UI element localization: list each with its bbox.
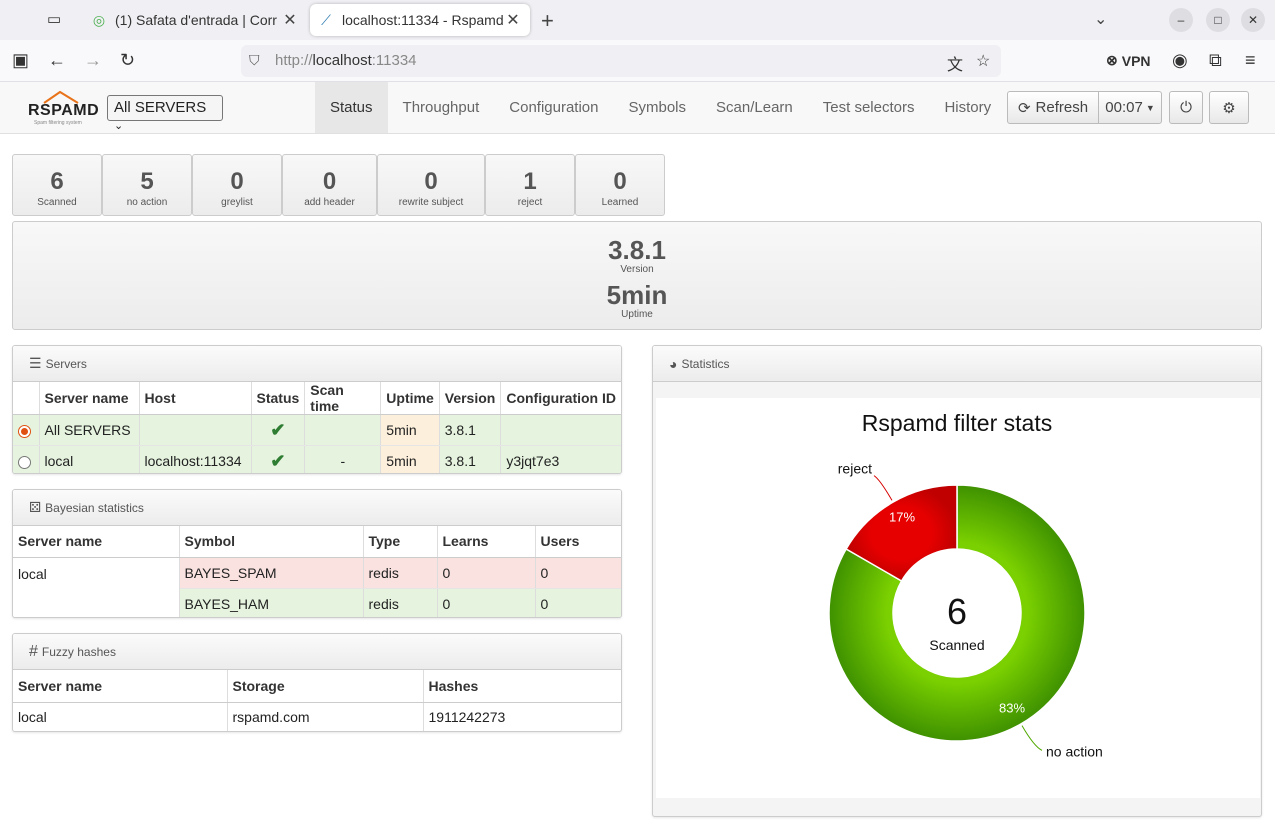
reload-icon[interactable]: ↻: [120, 50, 135, 71]
tab-overview-icon[interactable]: ▭: [47, 10, 67, 30]
browser-tab-rspamd[interactable]: ⟋ localhost:11334 - Rspamd ✕: [310, 4, 530, 36]
sidebar-toggle-icon[interactable]: ▣: [12, 50, 29, 71]
server-select[interactable]: All SERVERS ⌄: [107, 95, 223, 132]
disconnect-button[interactable]: ⏻: [1169, 91, 1203, 124]
back-icon[interactable]: ←: [48, 50, 66, 71]
servers-table: Server name Host Status Scan time Uptime…: [13, 382, 621, 473]
menu-item-test-selectors[interactable]: Test selectors: [808, 82, 930, 133]
new-tab-icon[interactable]: +: [541, 8, 554, 34]
hash-icon: #: [29, 642, 38, 660]
table-row[interactable]: local localhost:11334 ✔ - 5min 3.8.1 y3j…: [13, 445, 621, 473]
server-stack-icon: ☰: [29, 355, 42, 371]
vpn-status-icon: ⊗: [1106, 52, 1118, 68]
version-uptime-box: 3.8.1 Version 5min Uptime: [12, 221, 1262, 330]
stat-scanned: 6 Scanned: [12, 154, 102, 216]
refresh-interval-dropdown[interactable]: 00:07 ▼: [1098, 91, 1162, 124]
version-label: Version: [620, 264, 654, 275]
slice-outer-label: no action: [1046, 743, 1103, 759]
close-window-icon[interactable]: ✕: [1241, 8, 1265, 32]
bayes-table: Server name Symbol Type Learns Users loc…: [13, 526, 621, 617]
app-navbar: RSPAMD Spam filtering system All SERVERS…: [0, 82, 1275, 134]
minimize-icon[interactable]: –: [1169, 8, 1193, 32]
stat-reject: 1 reject: [485, 154, 575, 216]
uptime-value: 5min: [606, 280, 668, 310]
main-menu: Status Throughput Configuration Symbols …: [315, 82, 1006, 133]
close-tab-icon[interactable]: ✕: [504, 10, 522, 30]
server-radio-local[interactable]: [18, 455, 31, 469]
slice-leader-line: [1021, 725, 1043, 751]
mail-favicon-icon: ◎: [92, 11, 106, 28]
caret-down-icon: ▼: [1145, 102, 1155, 113]
filter-stats-chart: Rspamd filter stats 83% no action 17% rejec…: [656, 398, 1260, 798]
table-row: local rspamd.com 1911242273: [13, 702, 621, 731]
bayes-widget: ⚄ Bayesian statistics Server name Symbol …: [12, 489, 622, 618]
tab-title: (1) Safata d'entrada | Corr: [115, 12, 277, 28]
url-bar[interactable]: ⛉ http://localhost:11334 文 ☆: [241, 45, 1001, 77]
table-row[interactable]: All SERVERS ✔ 5min 3.8.1: [13, 414, 621, 446]
slice-percent-label: 17%: [889, 510, 915, 525]
chart-center-label: Scanned: [929, 637, 984, 653]
slice-percent-label: 83%: [999, 700, 1025, 715]
close-tab-icon[interactable]: ✕: [281, 10, 299, 30]
table-row: local BAYES_SPAM redis 0 0: [13, 557, 621, 617]
refresh-button[interactable]: ⟳ Refresh: [1007, 91, 1099, 124]
menu-item-scan-learn[interactable]: Scan/Learn: [701, 82, 808, 133]
settings-button[interactable]: ⚙: [1209, 91, 1249, 124]
browser-tab-bar: ▭ ◎ (1) Safata d'entrada | Corr ✕ ⟋ loca…: [0, 0, 1275, 40]
power-icon: ⏻: [1180, 99, 1192, 116]
check-icon: ✔: [270, 450, 286, 471]
stat-learned: 0 Learned: [575, 154, 665, 216]
menu-item-throughput[interactable]: Throughput: [388, 82, 495, 133]
url-text[interactable]: http://localhost:11334: [275, 52, 417, 69]
shield-icon[interactable]: ⛉: [249, 52, 260, 69]
forward-icon[interactable]: →: [84, 50, 102, 71]
translate-icon[interactable]: 文: [947, 51, 963, 75]
extensions-icon[interactable]: ⧉: [1209, 50, 1222, 71]
chevron-down-icon: ⌄: [114, 120, 124, 132]
uptime-label: Uptime: [621, 309, 653, 320]
check-icon: ✔: [270, 419, 286, 440]
fuzzy-table: Server name Storage Hashes local rspamd.…: [13, 670, 621, 731]
browser-nav-bar: ▣ ← → ↻ ⛉ http://localhost:11334 文 ☆ ⊗ VP…: [0, 40, 1275, 82]
slice-leader-line: [873, 475, 893, 501]
rspamd-logo[interactable]: RSPAMD Spam filtering system: [28, 88, 99, 128]
chart-center-value: 6: [947, 591, 967, 632]
menu-item-history[interactable]: History: [929, 82, 1006, 133]
stat-add-header: 0 add header: [282, 154, 377, 216]
menu-item-status[interactable]: Status: [315, 82, 388, 133]
tab-list-chevron-icon[interactable]: ⌄: [1094, 9, 1107, 29]
stat-greylist: 0 greylist: [192, 154, 282, 216]
menu-icon[interactable]: ≡: [1245, 50, 1256, 71]
server-radio-all[interactable]: [18, 424, 31, 438]
rspamd-favicon-icon: ⟋: [321, 11, 331, 28]
account-icon[interactable]: ◉: [1172, 50, 1188, 71]
servers-header: ☰ Servers: [13, 346, 621, 382]
fuzzy-widget: # Fuzzy hashes Server name Storage Hashes…: [12, 633, 622, 732]
browser-tab-mail[interactable]: ◎ (1) Safata d'entrada | Corr ✕: [83, 4, 307, 36]
maximize-icon[interactable]: □: [1206, 8, 1230, 32]
pie-chart-icon: ◕: [669, 355, 678, 372]
donut-chart: Rspamd filter stats 83% no action 17% rejec…: [828, 410, 1103, 759]
stat-no-action: 5 no action: [102, 154, 192, 216]
stat-rewrite-subject: 0 rewrite subject: [377, 154, 485, 216]
tab-title: localhost:11334 - Rspamd: [342, 12, 504, 28]
chart-title: Rspamd filter stats: [862, 410, 1052, 436]
bayes-header: ⚄ Bayesian statistics: [13, 490, 621, 526]
gear-icon: ⚙: [1222, 99, 1236, 117]
dice-icon: ⚄: [29, 499, 42, 515]
vpn-button[interactable]: ⊗ VPN: [1106, 52, 1151, 69]
statistics-header: ◕ Statistics: [653, 346, 1261, 382]
bookmark-star-icon[interactable]: ☆: [976, 51, 990, 71]
servers-widget: ☰ Servers Server name Host Status Scan ti…: [12, 345, 622, 474]
slice-outer-label: reject: [838, 461, 872, 477]
menu-item-configuration[interactable]: Configuration: [494, 82, 613, 133]
version-value: 3.8.1: [608, 235, 666, 265]
refresh-icon: ⟳: [1017, 99, 1031, 117]
menu-item-symbols[interactable]: Symbols: [614, 82, 702, 133]
fuzzy-header: # Fuzzy hashes: [13, 634, 621, 670]
